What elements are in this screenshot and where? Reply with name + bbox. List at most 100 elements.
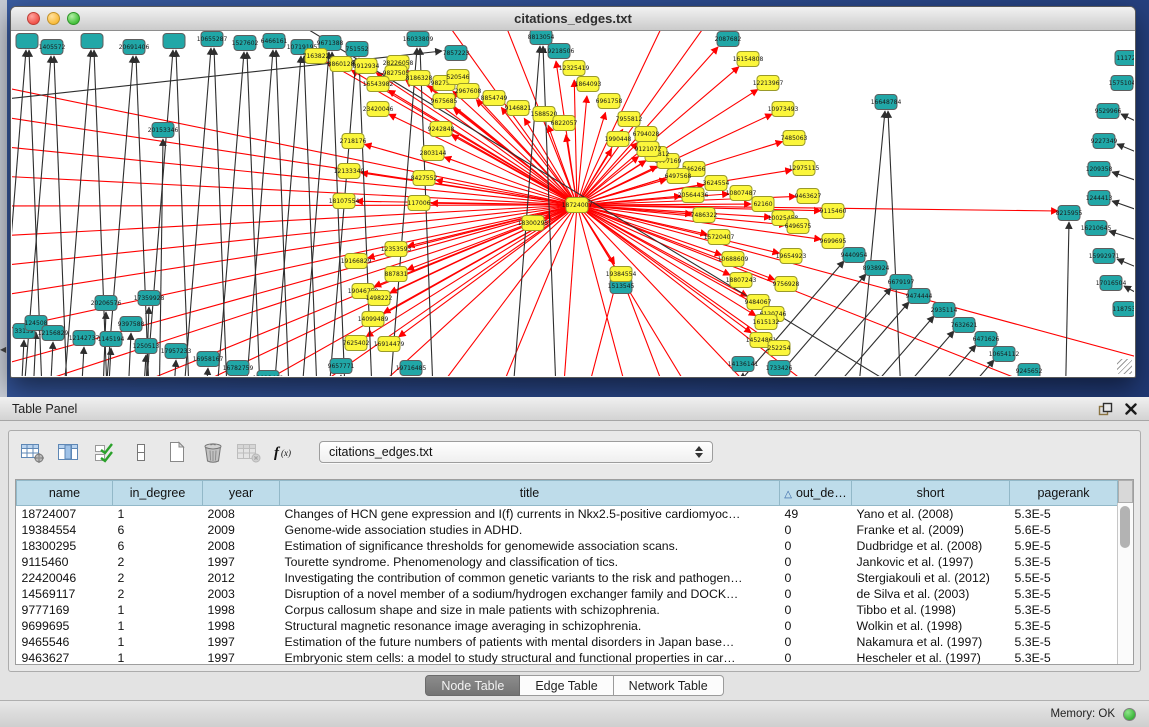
graph-node[interactable]: 9121072 bbox=[635, 142, 662, 157]
import-table-button[interactable] bbox=[235, 439, 262, 465]
graph-node[interactable]: 16648784 bbox=[871, 95, 902, 110]
table-row[interactable]: 1456911722003Disruption of a novel membe… bbox=[17, 586, 1118, 602]
table-cell[interactable]: Nakamura et al. (1997) bbox=[852, 634, 1010, 650]
graph-node[interactable]: 7955812 bbox=[616, 112, 643, 127]
table-mode-button[interactable] bbox=[19, 439, 46, 465]
graph-node[interactable]: 12353593 bbox=[381, 242, 412, 257]
table-cell[interactable]: 5.6E-5 bbox=[1010, 522, 1118, 538]
window-close-button[interactable] bbox=[27, 12, 40, 25]
graph-node[interactable]: 20691406 bbox=[119, 40, 150, 55]
table-cell[interactable]: Structural magnetic resonance image aver… bbox=[280, 618, 780, 634]
graph-node[interactable]: 6496575 bbox=[785, 219, 812, 234]
table-cell[interactable]: Yano et al. (2008) bbox=[852, 506, 1010, 523]
table-cell[interactable]: 1997 bbox=[203, 554, 280, 570]
table-cell[interactable]: 0 bbox=[780, 522, 852, 538]
column-header-short[interactable]: short bbox=[852, 481, 1010, 506]
network-graph-canvas[interactable]: 1405572206914061065528715276026466161107… bbox=[12, 31, 1134, 376]
table-cell[interactable]: 18300295 bbox=[17, 538, 113, 554]
table-cell[interactable]: Embryonic stem cells: a model to study s… bbox=[280, 650, 780, 665]
table-cell[interactable]: 9465546 bbox=[17, 634, 113, 650]
graph-node[interactable]: 1244413 bbox=[1086, 191, 1113, 206]
graph-node[interactable]: 8813054 bbox=[528, 31, 555, 45]
table-cell[interactable]: 5.3E-5 bbox=[1010, 554, 1118, 570]
graph-node[interactable]: 12133349 bbox=[334, 164, 365, 179]
table-cell[interactable]: 2012 bbox=[203, 570, 280, 586]
graph-node[interactable]: 19218506 bbox=[544, 44, 575, 59]
graph-node[interactable]: 12213967 bbox=[753, 76, 784, 91]
window-minimize-button[interactable] bbox=[47, 12, 60, 25]
column-header-in_degree[interactable]: in_degree bbox=[113, 481, 203, 506]
graph-node[interactable]: 20153346 bbox=[148, 123, 179, 138]
table-cell[interactable]: 0 bbox=[780, 554, 852, 570]
table-row[interactable]: 946554611997Estimation of the future num… bbox=[17, 634, 1118, 650]
graph-node[interactable]: 7485063 bbox=[781, 131, 808, 146]
function-builder-button[interactable]: f (x) bbox=[271, 439, 298, 465]
table-cell[interactable]: 2008 bbox=[203, 506, 280, 523]
table-selector-dropdown[interactable]: citations_edges.txt bbox=[319, 441, 713, 463]
graph-node[interactable]: 1527602 bbox=[232, 36, 259, 51]
graph-node[interactable]: 2718176 bbox=[340, 134, 367, 149]
table-cell[interactable]: 22420046 bbox=[17, 570, 113, 586]
table-cell[interactable]: 14569117 bbox=[17, 586, 113, 602]
table-cell[interactable]: 1998 bbox=[203, 618, 280, 634]
graph-node[interactable]: 12156829 bbox=[38, 326, 69, 341]
graph-node[interactable]: 9657771 bbox=[328, 359, 355, 374]
table-cell[interactable]: 5.5E-5 bbox=[1010, 570, 1118, 586]
table-cell[interactable]: Investigating the contribution of common… bbox=[280, 570, 780, 586]
graph-node[interactable]: 2803144 bbox=[420, 146, 447, 161]
table-cell[interactable]: 2 bbox=[113, 586, 203, 602]
table-cell[interactable]: Estimation of significance thresholds fo… bbox=[280, 538, 780, 554]
graph-node[interactable]: 16033809 bbox=[403, 32, 434, 47]
tab-node-table[interactable]: Node Table bbox=[425, 675, 520, 696]
graph-node[interactable]: 18107554 bbox=[329, 194, 360, 209]
table-cell[interactable]: 0 bbox=[780, 650, 852, 665]
graph-node[interactable]: 19166829 bbox=[341, 254, 372, 269]
table-cell[interactable]: 2 bbox=[113, 554, 203, 570]
graph-node[interactable]: 1250513 bbox=[133, 339, 160, 354]
table-cell[interactable]: 9463627 bbox=[17, 650, 113, 665]
graph-node[interactable]: 10688609 bbox=[718, 252, 749, 267]
graph-node[interactable]: 6822057 bbox=[551, 116, 578, 131]
table-cell[interactable]: 0 bbox=[780, 618, 852, 634]
table-cell[interactable]: 6 bbox=[113, 522, 203, 538]
graph-node[interactable]: 9474444 bbox=[906, 289, 933, 304]
graph-node[interactable]: 8215955 bbox=[1056, 206, 1083, 221]
table-row[interactable]: 2242004622012Investigating the contribut… bbox=[17, 570, 1118, 586]
graph-node[interactable]: 16210645 bbox=[1081, 221, 1112, 236]
table-cell[interactable]: 0 bbox=[780, 538, 852, 554]
table-cell[interactable]: Stergiakouli et al. (2012) bbox=[852, 570, 1010, 586]
graph-node[interactable]: 16914479 bbox=[374, 337, 405, 352]
graph-node[interactable]: 9245652 bbox=[1016, 364, 1043, 377]
graph-node[interactable]: 12975115 bbox=[789, 161, 820, 176]
graph-node[interactable]: 12325419 bbox=[559, 61, 590, 76]
table-row[interactable]: 1938455462009Genome-wide association stu… bbox=[17, 522, 1118, 538]
graph-node[interactable]: 751552 bbox=[346, 42, 369, 57]
graph-node[interactable]: 9115460 bbox=[820, 204, 847, 219]
table-cell[interactable]: Genome-wide association studies in ADHD. bbox=[280, 522, 780, 538]
graph-node[interactable]: 118753 bbox=[1113, 302, 1134, 317]
graph-node[interactable]: 9529966 bbox=[1095, 104, 1122, 119]
table-cell[interactable]: 5.3E-5 bbox=[1010, 506, 1118, 523]
graph-node[interactable]: 6497568 bbox=[665, 169, 692, 184]
graph-node[interactable] bbox=[163, 34, 185, 49]
table-row[interactable]: 946362711997Embryonic stem cells: a mode… bbox=[17, 650, 1118, 665]
graph-node[interactable]: 8860128 bbox=[328, 57, 355, 72]
graph-node[interactable]: 9440954 bbox=[841, 248, 868, 263]
table-cell[interactable]: 9115460 bbox=[17, 554, 113, 570]
graph-node[interactable]: 15992971 bbox=[1089, 249, 1120, 264]
graph-node[interactable]: 1498222 bbox=[366, 291, 393, 306]
table-cell[interactable]: Changes of HCN gene expression and I(f) … bbox=[280, 506, 780, 523]
graph-node[interactable]: 19716485 bbox=[396, 361, 427, 376]
graph-node[interactable]: 8912934 bbox=[353, 59, 380, 74]
graph-node[interactable]: 9463627 bbox=[795, 189, 822, 204]
table-cell[interactable]: 5.3E-5 bbox=[1010, 618, 1118, 634]
table-cell[interactable]: 0 bbox=[780, 570, 852, 586]
graph-node[interactable]: 10655287 bbox=[197, 32, 228, 47]
graph-node[interactable]: 9242848 bbox=[428, 122, 455, 137]
graph-node[interactable]: 11172 bbox=[1115, 51, 1134, 66]
graph-node[interactable]: 1575104 bbox=[1109, 76, 1134, 91]
table-cell[interactable]: 18724007 bbox=[17, 506, 113, 523]
table-cell[interactable]: 0 bbox=[780, 634, 852, 650]
table-cell[interactable]: 49 bbox=[780, 506, 852, 523]
graph-node[interactable]: 1209358 bbox=[1086, 162, 1113, 177]
